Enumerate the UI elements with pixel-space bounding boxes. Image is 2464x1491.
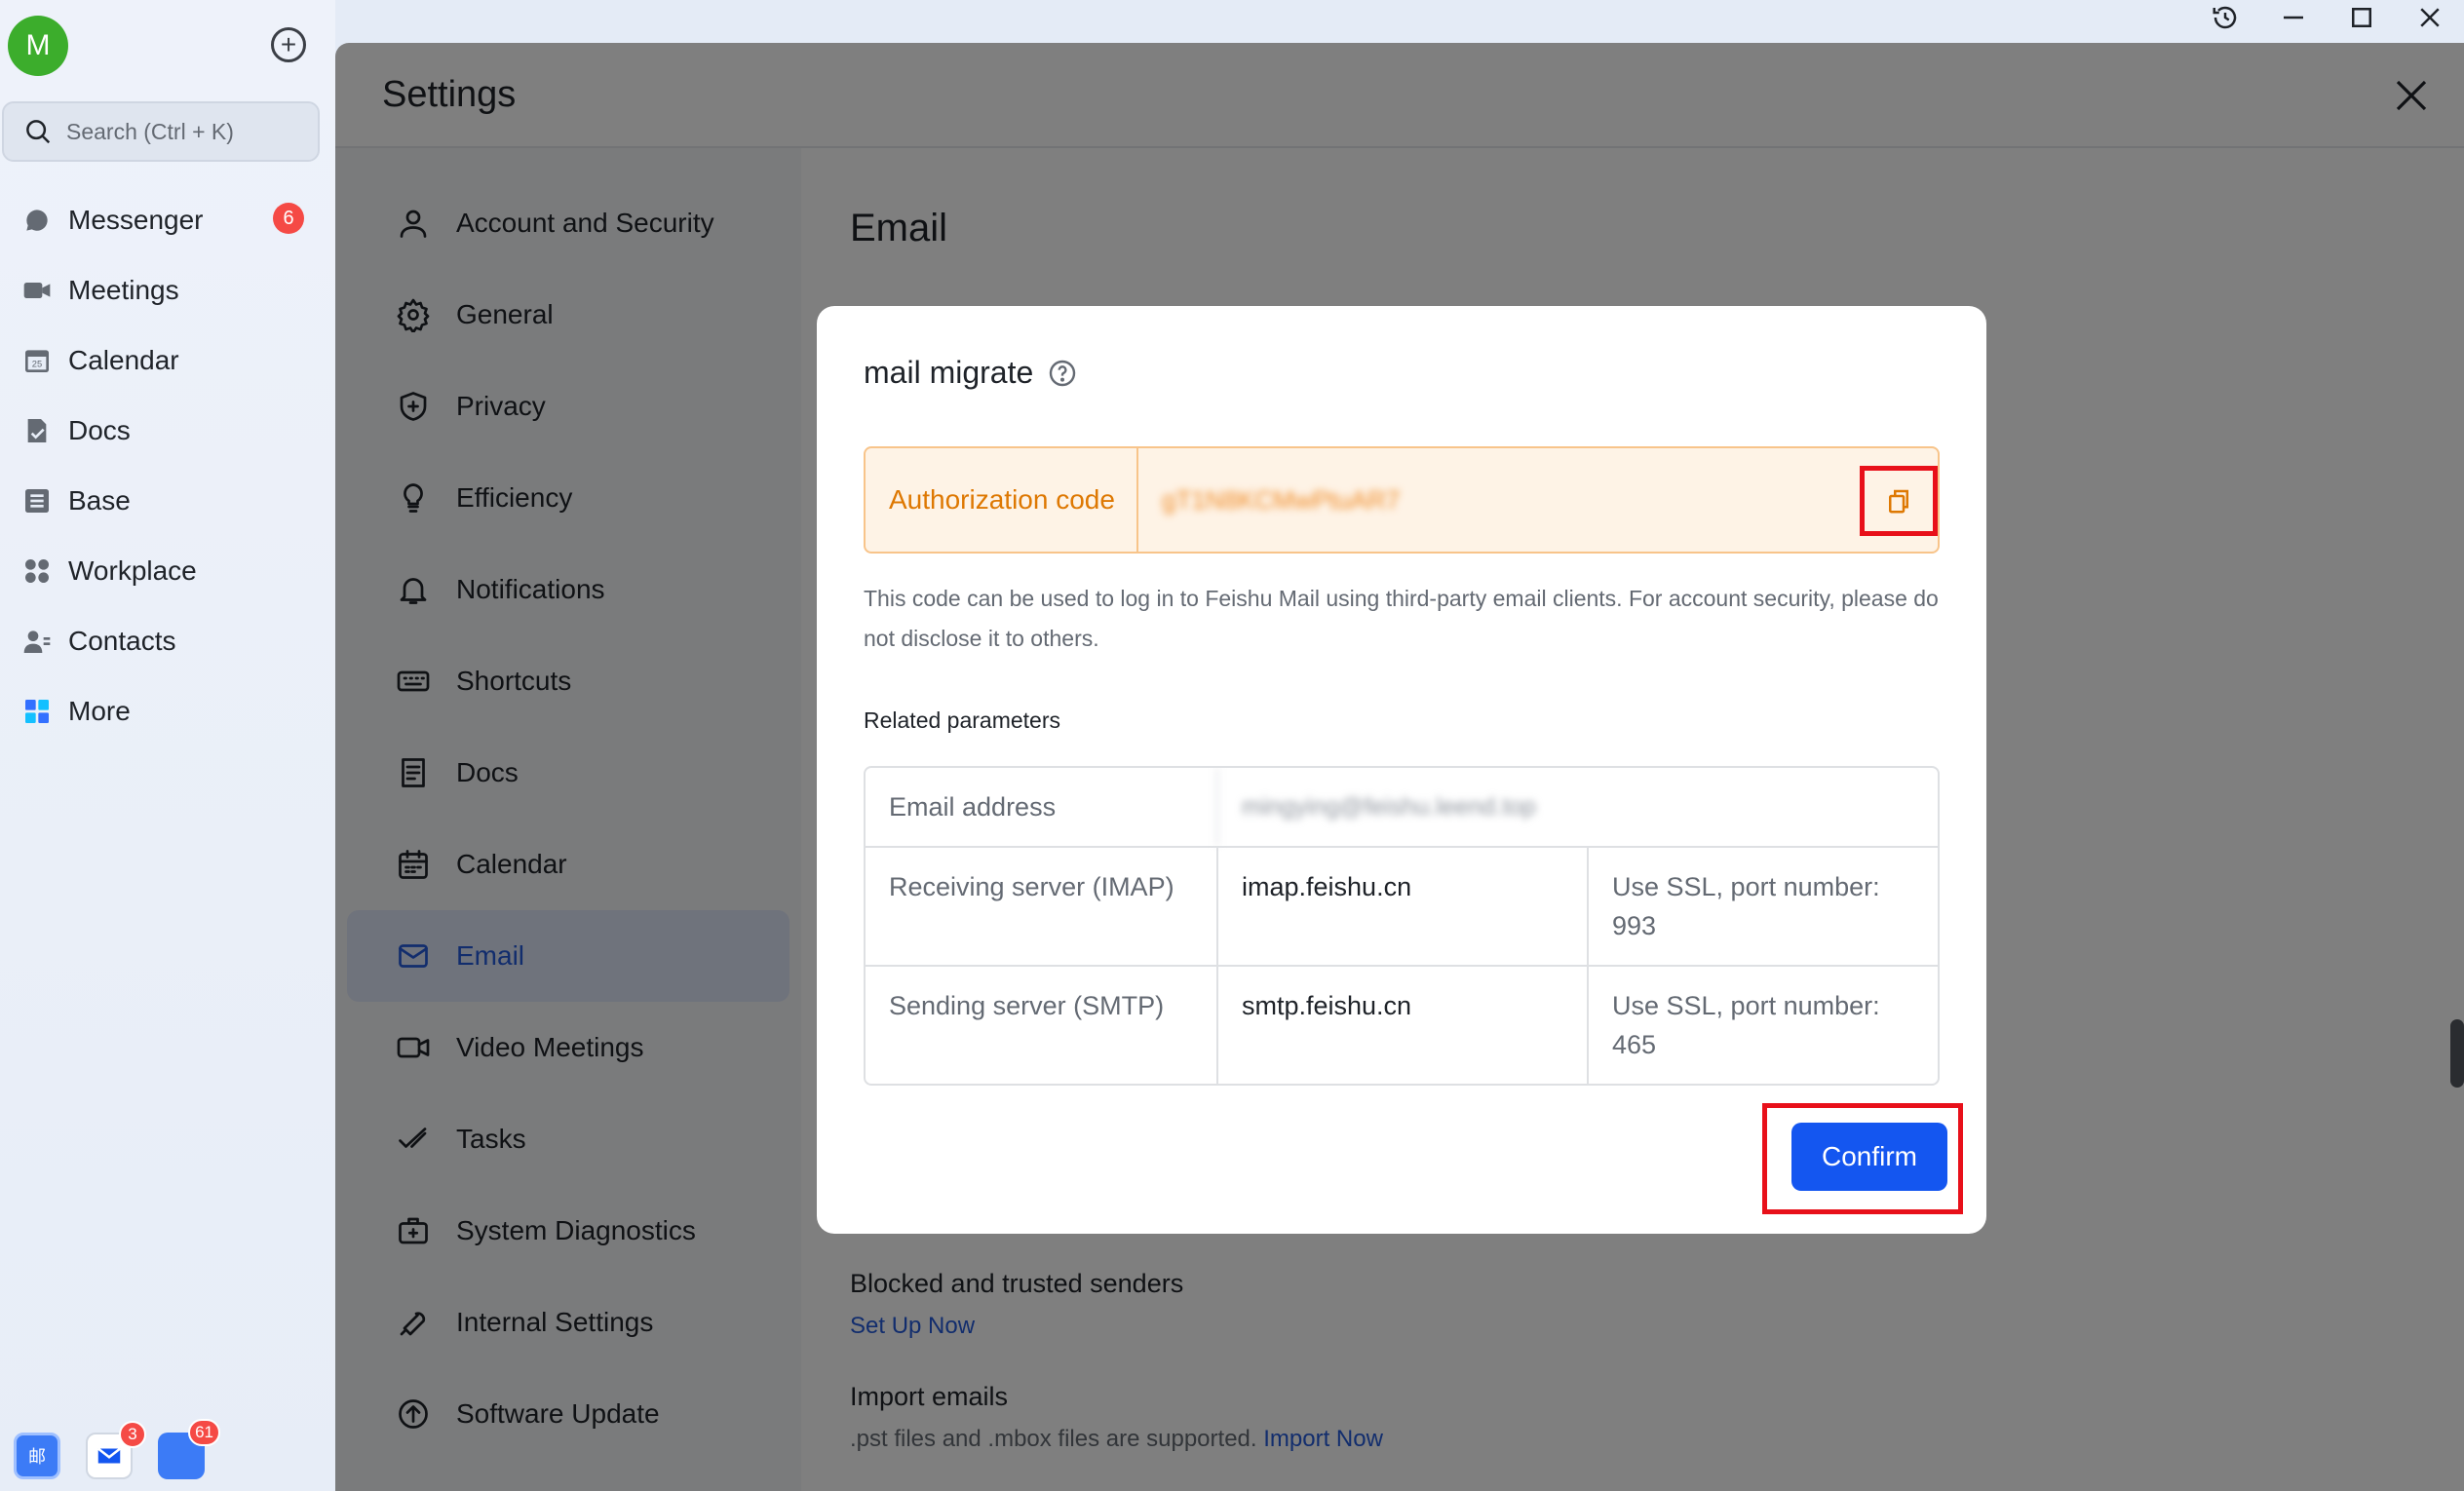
- mail-migrate-dialog: mail migrate Authorization code gT1N8KCM…: [817, 306, 1986, 1234]
- add-icon[interactable]: +: [271, 27, 306, 62]
- more-apps-icon: [21, 696, 53, 727]
- rail-item-label: Docs: [68, 415, 131, 445]
- imap-host: imap.feishu.cn: [1216, 848, 1587, 965]
- history-icon[interactable]: [2191, 0, 2259, 35]
- smtp-note: Use SSL, port number: 465: [1587, 967, 1938, 1084]
- search-icon: [26, 120, 51, 144]
- table-row: Sending server (SMTP) smtp.feishu.cn Use…: [866, 965, 1938, 1084]
- dialog-title-text: mail migrate: [864, 355, 1034, 390]
- unread-badge: 6: [273, 203, 304, 234]
- rail-item-label: Contacts: [68, 626, 176, 656]
- imap-note: Use SSL, port number: 993: [1587, 848, 1938, 965]
- parameters-table: Email address mingying@feishu.leend.top …: [864, 766, 1940, 1086]
- authorization-code-value: gT1N8KCMwPtuAR7: [1162, 484, 1401, 515]
- param-label: Email address: [889, 792, 1057, 822]
- rail-item-workplace[interactable]: Workplace: [0, 536, 335, 606]
- chat-icon: [21, 205, 53, 236]
- docs-icon: [21, 415, 53, 446]
- copy-button[interactable]: [1860, 466, 1938, 536]
- rail-item-label: Base: [68, 485, 131, 516]
- search-input[interactable]: Search (Ctrl + K): [2, 101, 320, 162]
- table-row: Receiving server (IMAP) imap.feishu.cn U…: [866, 846, 1938, 965]
- search-placeholder: Search (Ctrl + K): [66, 118, 234, 144]
- rail-item-calendar[interactable]: 25 Calendar: [0, 325, 335, 396]
- svg-text:25: 25: [32, 360, 42, 369]
- copy-icon: [1889, 489, 1908, 514]
- related-parameters-heading: Related parameters: [864, 707, 1060, 733]
- dock: 邮 3 61: [14, 1419, 220, 1479]
- contacts-icon: [21, 626, 53, 657]
- param-label: Receiving server (IMAP): [889, 872, 1174, 901]
- dock-app-icon[interactable]: 邮: [14, 1433, 60, 1479]
- workplace-icon: [21, 555, 53, 587]
- rail-item-messenger[interactable]: Messenger 6: [0, 185, 335, 255]
- rail-item-label: More: [68, 696, 131, 726]
- table-row: Email address mingying@feishu.leend.top: [866, 768, 1938, 846]
- rail-item-label: Calendar: [68, 345, 179, 375]
- help-icon[interactable]: [1047, 358, 1078, 389]
- scrollbar[interactable]: [2450, 1019, 2464, 1088]
- param-label: Sending server (SMTP): [889, 991, 1165, 1020]
- window-controls: [2191, 0, 2464, 35]
- dialog-title: mail migrate: [864, 355, 1078, 391]
- authorization-code-row: Authorization code gT1N8KCMwPtuAR7: [864, 446, 1940, 554]
- email-address-value: mingying@feishu.leend.top: [1216, 768, 1938, 846]
- calendar-icon: 25: [21, 345, 53, 376]
- rail-nav: Messenger 6 Meetings 25 Calendar Docs Ba…: [0, 185, 335, 746]
- base-icon: [21, 485, 53, 516]
- rail-item-meetings[interactable]: Meetings: [0, 255, 335, 325]
- authorization-code-label: Authorization code: [866, 448, 1138, 552]
- rail-item-label: Messenger: [68, 205, 204, 235]
- confirm-button[interactable]: Confirm: [1791, 1123, 1947, 1191]
- rail-item-more[interactable]: More: [0, 676, 335, 746]
- maximize-icon[interactable]: [2328, 0, 2396, 35]
- smtp-host: smtp.feishu.cn: [1216, 967, 1587, 1084]
- video-icon: [21, 275, 53, 306]
- dock-app-icon[interactable]: 61: [158, 1419, 220, 1479]
- security-note: This code can be used to log in to Feish…: [864, 586, 1939, 651]
- close-window-icon[interactable]: [2396, 0, 2464, 35]
- rail-item-docs[interactable]: Docs: [0, 396, 335, 466]
- avatar[interactable]: M: [8, 16, 68, 76]
- rail-item-label: Workplace: [68, 555, 197, 586]
- app-rail: M + Search (Ctrl + K) Messenger 6 Meetin…: [0, 0, 335, 1491]
- rail-item-label: Meetings: [68, 275, 179, 305]
- minimize-icon[interactable]: [2259, 0, 2328, 35]
- rail-item-contacts[interactable]: Contacts: [0, 606, 335, 676]
- rail-item-base[interactable]: Base: [0, 466, 335, 536]
- dock-badge: 61: [188, 1419, 220, 1446]
- mail-app-icon[interactable]: 3: [86, 1421, 146, 1479]
- dock-badge: 3: [119, 1421, 146, 1448]
